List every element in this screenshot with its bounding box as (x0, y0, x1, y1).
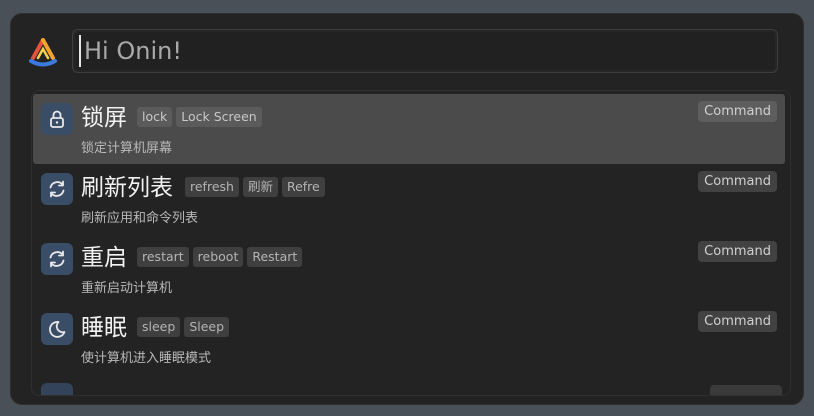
result-tag: sleep (137, 317, 181, 337)
result-tag: restart (137, 247, 189, 267)
app-logo-icon (27, 38, 59, 68)
result-description: 重新启动计算机 (81, 281, 173, 296)
result-tags: sleep Sleep (137, 317, 230, 337)
refresh-icon (41, 243, 73, 275)
next-item-badge-peek (710, 385, 782, 395)
refresh-icon (41, 173, 73, 205)
result-title: 刷新列表 (81, 175, 173, 201)
result-tag: refresh (185, 177, 239, 197)
result-title: 睡眠 (81, 315, 127, 341)
launcher-window: 锁屏 lock Lock Screen 锁定计算机屏幕 Command 刷新列表… (10, 13, 804, 405)
lock-icon (41, 103, 73, 135)
result-tag: 刷新 (242, 177, 278, 197)
result-description: 锁定计算机屏幕 (81, 141, 173, 156)
result-item-lock-screen[interactable]: 锁屏 lock Lock Screen 锁定计算机屏幕 Command (33, 94, 785, 164)
result-tag: Sleep (184, 317, 230, 337)
result-tag: reboot (192, 247, 244, 267)
command-badge: Command (698, 241, 777, 262)
result-tag: Restart (247, 247, 303, 267)
result-tags: lock Lock Screen (137, 107, 262, 127)
result-item-sleep[interactable]: 睡眠 sleep Sleep 使计算机进入睡眠模式 Command (33, 304, 785, 374)
results-list[interactable]: 锁屏 lock Lock Screen 锁定计算机屏幕 Command 刷新列表… (31, 90, 791, 396)
result-tag: Refre (281, 177, 325, 197)
result-item-restart[interactable]: 重启 restart reboot Restart 重新启动计算机 Comman… (33, 234, 785, 304)
result-item-refresh-list[interactable]: 刷新列表 refresh 刷新 Refre 刷新应用和命令列表 Command (33, 164, 785, 234)
moon-icon (41, 313, 73, 345)
result-tag: Lock Screen (176, 107, 262, 127)
search-field[interactable] (72, 29, 778, 73)
command-badge: Command (698, 171, 777, 192)
result-tags: restart reboot Restart (137, 247, 303, 267)
next-item-icon-peek (41, 383, 73, 395)
result-tags: refresh 刷新 Refre (185, 177, 325, 197)
command-badge: Command (698, 311, 777, 332)
result-description: 刷新应用和命令列表 (81, 211, 199, 226)
search-bar (11, 14, 803, 90)
result-title: 重启 (81, 245, 127, 271)
command-badge: Command (698, 101, 777, 122)
search-input[interactable] (79, 35, 769, 67)
result-tag: lock (137, 107, 173, 127)
result-description: 使计算机进入睡眠模式 (81, 351, 212, 366)
result-title: 锁屏 (81, 105, 127, 131)
